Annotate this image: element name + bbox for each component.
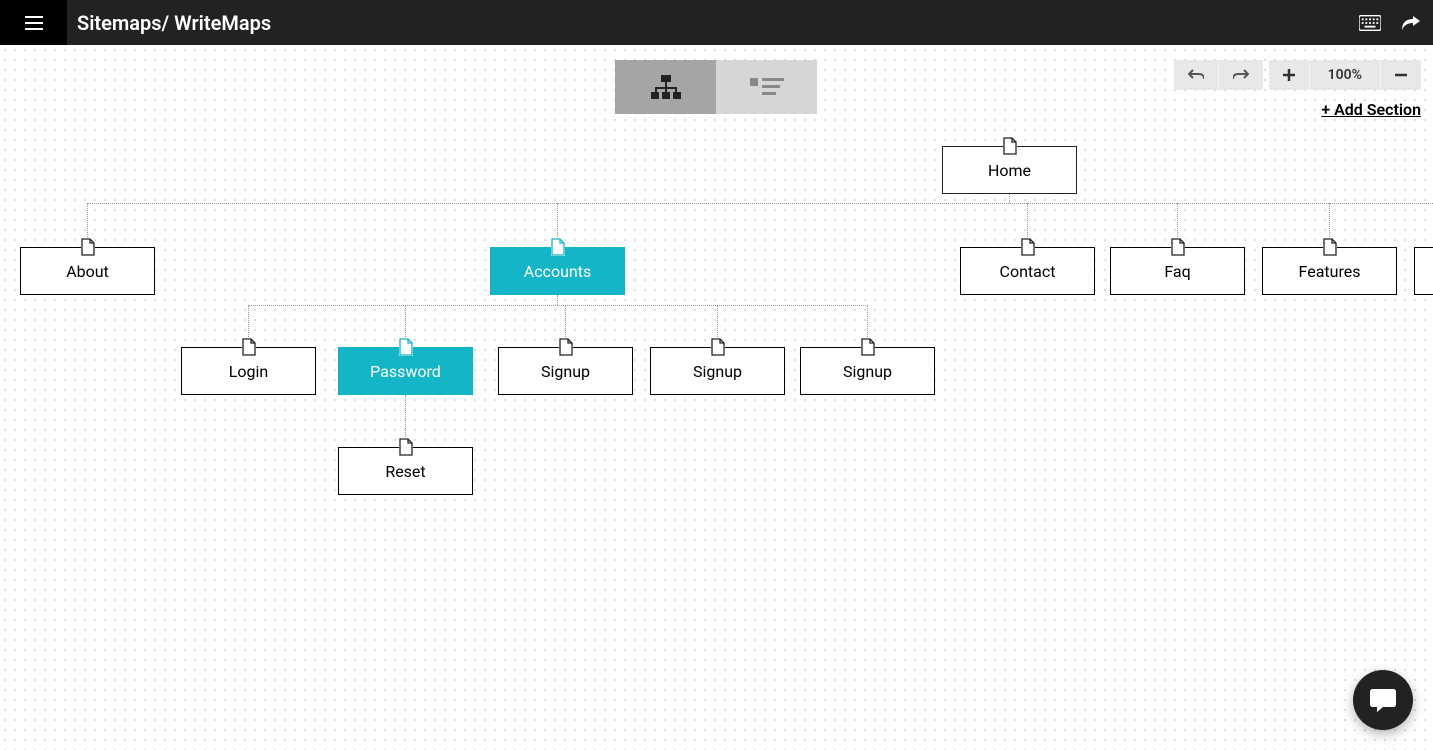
node-label: Faq xyxy=(1164,262,1190,281)
file-icon xyxy=(1171,238,1185,256)
toolbar-right: 100% xyxy=(1174,60,1421,90)
add-section-link[interactable]: + Add Section xyxy=(1321,100,1421,119)
header-actions xyxy=(1359,0,1421,45)
file-icon xyxy=(1021,238,1035,256)
undo-button[interactable] xyxy=(1174,60,1219,90)
node-label: Features xyxy=(1299,262,1361,281)
file-icon xyxy=(242,338,256,356)
connector xyxy=(248,305,868,306)
canvas[interactable]: 100% + Add Section Home About Accounts C… xyxy=(0,45,1433,750)
node-signup2[interactable]: Signup xyxy=(650,347,785,395)
zoom-level[interactable]: 100% xyxy=(1310,60,1381,90)
node-label: Contact xyxy=(1000,262,1056,281)
keyboard-icon[interactable] xyxy=(1359,14,1381,32)
node-contact[interactable]: Contact xyxy=(960,247,1095,295)
hamburger-icon xyxy=(25,16,43,30)
node-about[interactable]: About xyxy=(20,247,155,295)
node-label: Password xyxy=(370,362,441,381)
file-icon xyxy=(711,338,725,356)
file-icon xyxy=(559,338,573,356)
zoom-out-button[interactable] xyxy=(1381,60,1421,90)
view-toggle xyxy=(615,60,817,114)
node-label: Signup xyxy=(541,362,590,381)
node-label: Signup xyxy=(843,362,892,381)
breadcrumb[interactable]: Sitemaps/ WriteMaps xyxy=(77,11,271,35)
node-label: Signup xyxy=(693,362,742,381)
connector xyxy=(1009,194,1010,203)
zoom-group: 100% xyxy=(1269,60,1421,90)
node-faq[interactable]: Faq xyxy=(1110,247,1245,295)
node-label: Reset xyxy=(385,462,425,481)
node-login[interactable]: Login xyxy=(181,347,316,395)
node-accounts[interactable]: Accounts xyxy=(490,247,625,295)
tree-view-button[interactable] xyxy=(615,60,716,114)
node-reset[interactable]: Reset xyxy=(338,447,473,495)
node-signup1[interactable]: Signup xyxy=(498,347,633,395)
connector xyxy=(557,295,558,305)
zoom-in-button[interactable] xyxy=(1269,60,1310,90)
node-signup3[interactable]: Signup xyxy=(800,347,935,395)
file-icon xyxy=(1323,238,1337,256)
file-icon xyxy=(399,338,413,356)
node-label: Login xyxy=(229,362,268,381)
list-icon xyxy=(750,76,784,98)
node-label: About xyxy=(66,262,109,281)
header: Sitemaps/ WriteMaps xyxy=(0,0,1433,45)
list-view-button[interactable] xyxy=(716,60,817,114)
node-page_extra[interactable] xyxy=(1414,247,1433,295)
tree-icon xyxy=(651,75,681,99)
chat-widget[interactable] xyxy=(1353,670,1413,730)
chat-icon xyxy=(1369,687,1397,713)
file-icon xyxy=(861,338,875,356)
file-icon xyxy=(81,238,95,256)
connector xyxy=(87,203,1433,204)
node-home[interactable]: Home xyxy=(942,146,1077,194)
file-icon xyxy=(551,238,565,256)
file-icon xyxy=(399,438,413,456)
node-label: Home xyxy=(988,161,1031,180)
share-icon[interactable] xyxy=(1399,14,1421,32)
node-label: Accounts xyxy=(524,262,591,281)
history-group xyxy=(1174,60,1263,90)
menu-button[interactable] xyxy=(0,0,67,45)
file-icon xyxy=(1003,137,1017,155)
node-password[interactable]: Password xyxy=(338,347,473,395)
redo-button[interactable] xyxy=(1219,60,1263,90)
node-features[interactable]: Features xyxy=(1262,247,1397,295)
